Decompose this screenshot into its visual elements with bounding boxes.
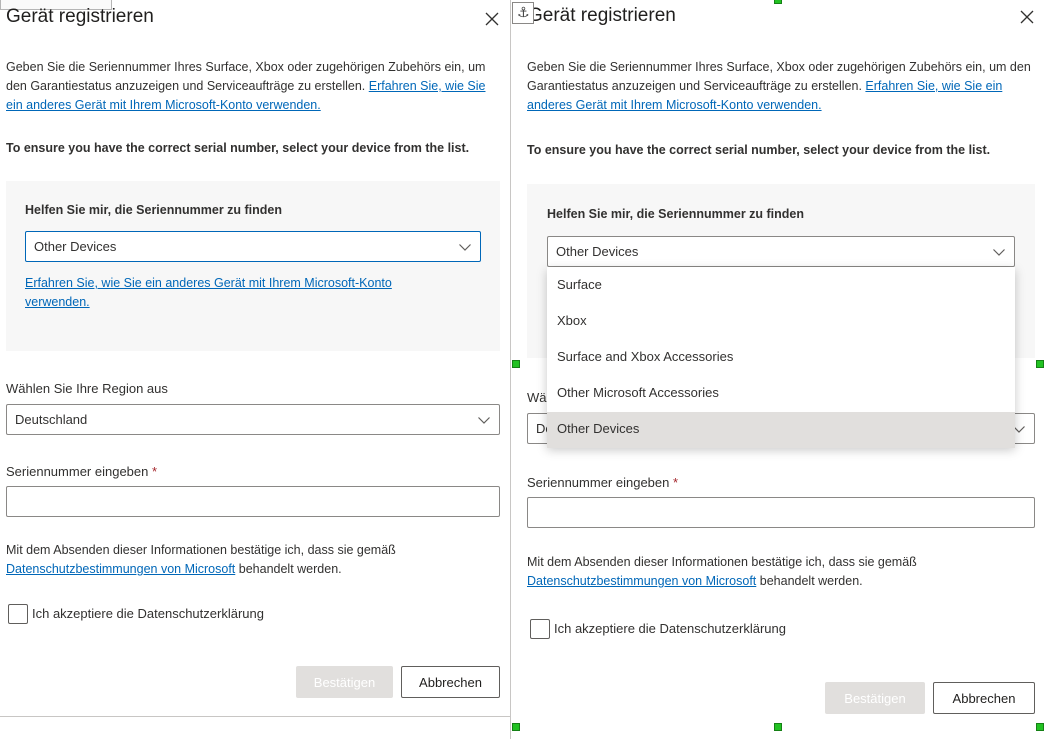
help-title: Helfen Sie mir, die Seriennummer zu find… bbox=[25, 203, 283, 217]
resize-handle-top[interactable] bbox=[774, 0, 782, 4]
chevron-down-icon bbox=[477, 413, 491, 427]
chevron-down-icon bbox=[992, 245, 1006, 259]
close-button[interactable] bbox=[484, 11, 500, 27]
privacy-text: Mit dem Absenden dieser Informationen be… bbox=[527, 553, 1037, 591]
device-select[interactable]: Other Devices bbox=[547, 236, 1015, 267]
privacy-text-after: behandelt werden. bbox=[238, 562, 342, 576]
privacy-text-before: Mit dem Absenden dieser Informationen be… bbox=[6, 543, 396, 557]
privacy-checkbox-label: Ich akzeptiere die Datenschutzerklärung bbox=[32, 606, 264, 621]
dialog-description: Geben Sie die Seriennummer Ihres Surface… bbox=[527, 58, 1037, 115]
serial-label-text: Seriennummer eingeben bbox=[6, 464, 149, 479]
resize-handle-right[interactable] bbox=[1036, 360, 1044, 368]
serial-note: To ensure you have the correct serial nu… bbox=[6, 141, 470, 155]
region-label: Wä bbox=[527, 390, 547, 405]
resize-handle-bottom-right[interactable] bbox=[1036, 723, 1044, 731]
device-select-value: Other Devices bbox=[556, 244, 639, 259]
required-marker: * bbox=[673, 475, 679, 490]
privacy-checkbox[interactable] bbox=[530, 619, 550, 639]
confirm-button[interactable]: Bestätigen bbox=[296, 666, 393, 698]
dropdown-option[interactable]: Other Devices bbox=[547, 412, 1015, 448]
device-select-value: Other Devices bbox=[34, 239, 117, 254]
required-marker: * bbox=[152, 464, 158, 479]
cancel-button[interactable]: Abbrechen bbox=[401, 666, 500, 698]
dropdown-option[interactable]: Surface bbox=[547, 268, 1015, 304]
region-select-value: Deutschland bbox=[15, 412, 88, 427]
dropdown-option[interactable]: Other Microsoft Accessories bbox=[547, 376, 1015, 412]
help-link[interactable]: Erfahren Sie, wie Sie ein anderes Gerät … bbox=[25, 274, 445, 312]
device-select[interactable]: Other Devices bbox=[25, 231, 481, 262]
serial-label: Seriennummer eingeben * bbox=[6, 464, 157, 479]
anchor-icon[interactable]: ⚓ bbox=[512, 2, 534, 24]
privacy-checkbox-label: Ich akzeptiere die Datenschutzerklärung bbox=[554, 621, 786, 636]
dialog-title: Gerät registrieren bbox=[6, 6, 154, 27]
register-device-dialog-open: Gerät registrieren Geben Sie die Serienn… bbox=[512, 0, 1056, 739]
cancel-button[interactable]: Abbrechen bbox=[933, 682, 1035, 714]
device-dropdown-list: Surface Xbox Surface and Xbox Accessories O… bbox=[547, 267, 1015, 448]
resize-handle-bottom[interactable] bbox=[774, 723, 782, 731]
close-button[interactable] bbox=[1019, 9, 1035, 25]
chevron-down-icon bbox=[458, 240, 472, 254]
register-device-dialog-closed: Gerät registrieren Geben Sie die Serienn… bbox=[0, 0, 511, 739]
privacy-link[interactable]: Datenschutzbestimmungen von Microsoft bbox=[6, 562, 235, 576]
region-label: Wählen Sie Ihre Region aus bbox=[6, 381, 168, 396]
serial-input[interactable] bbox=[527, 497, 1035, 528]
close-icon bbox=[485, 12, 499, 26]
privacy-text: Mit dem Absenden dieser Informationen be… bbox=[6, 541, 501, 579]
resize-handle-left[interactable] bbox=[512, 360, 520, 368]
privacy-link[interactable]: Datenschutzbestimmungen von Microsoft bbox=[527, 574, 756, 588]
help-box: Helfen Sie mir, die Seriennummer zu find… bbox=[6, 181, 500, 351]
privacy-text-after: behandelt werden. bbox=[759, 574, 863, 588]
serial-label-text: Seriennummer eingeben bbox=[527, 475, 670, 490]
dropdown-option[interactable]: Xbox bbox=[547, 304, 1015, 340]
dialog-description: Geben Sie die Seriennummer Ihres Surface… bbox=[6, 58, 501, 115]
privacy-text-before: Mit dem Absenden dieser Informationen be… bbox=[527, 555, 917, 569]
dropdown-option[interactable]: Surface and Xbox Accessories bbox=[547, 340, 1015, 376]
serial-label: Seriennummer eingeben * bbox=[527, 475, 678, 490]
resize-handle-bottom-left[interactable] bbox=[512, 723, 520, 731]
close-icon bbox=[1020, 10, 1034, 24]
help-title: Helfen Sie mir, die Seriennummer zu find… bbox=[547, 207, 805, 221]
serial-note: To ensure you have the correct serial nu… bbox=[527, 143, 991, 157]
confirm-button[interactable]: Bestätigen bbox=[825, 682, 925, 714]
serial-input[interactable] bbox=[6, 486, 500, 517]
privacy-checkbox[interactable] bbox=[8, 604, 28, 624]
dialog-title: Gerät registrieren bbox=[528, 5, 676, 26]
region-select[interactable]: Deutschland bbox=[6, 404, 500, 435]
